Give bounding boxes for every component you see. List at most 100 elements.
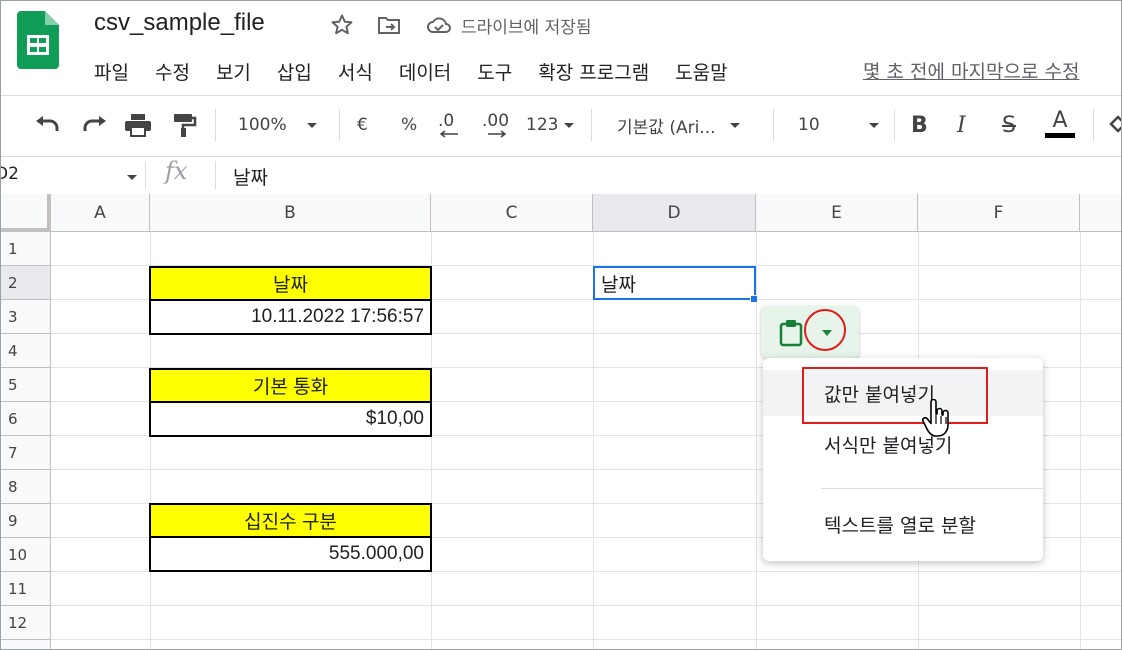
menu-divider: [821, 488, 1043, 489]
cell-b9[interactable]: 십진수 구분: [149, 503, 432, 538]
font-family-value: 기본값 (Ari...: [617, 117, 716, 138]
sheets-logo-icon[interactable]: [17, 11, 59, 69]
toolbar-divider: [894, 109, 895, 141]
fill-color-icon[interactable]: [1107, 109, 1121, 141]
fx-icon: fx: [165, 157, 188, 185]
hand-pointer-icon: [922, 399, 949, 437]
row-header-13[interactable]: [1, 640, 51, 649]
name-box-caret-icon[interactable]: [121, 171, 137, 183]
row-header-5[interactable]: 5: [1, 368, 51, 402]
formula-input[interactable]: 날짜: [233, 163, 268, 190]
row-header-10[interactable]: 10: [1, 538, 51, 572]
increase-decimal-button[interactable]: .00: [482, 109, 509, 141]
save-status: 드라이브에 저장됨: [461, 18, 592, 38]
column-header-c[interactable]: C: [431, 194, 593, 232]
formula-divider: [145, 161, 146, 189]
menu-tools[interactable]: 도구: [477, 58, 512, 84]
cell-b3[interactable]: 10.11.2022 17:56:57: [149, 301, 432, 335]
select-all-corner[interactable]: [1, 194, 51, 232]
menu-view[interactable]: 보기: [216, 58, 251, 84]
row-header-3[interactable]: 3: [1, 300, 51, 334]
font-size-value: 10: [798, 115, 820, 135]
zoom-caret-icon[interactable]: [301, 109, 317, 141]
annotation-highlight-box: [802, 367, 988, 424]
menu-insert[interactable]: 삽입: [277, 58, 312, 84]
italic-button[interactable]: I: [957, 109, 966, 141]
print-icon[interactable]: [124, 109, 152, 141]
cell-b5[interactable]: 기본 통화: [149, 368, 432, 403]
text-color-label: A: [1052, 108, 1068, 133]
gridline: [1080, 232, 1081, 649]
annotation-circle: [804, 309, 846, 351]
column-header-f[interactable]: F: [918, 194, 1080, 232]
column-header-g[interactable]: [1080, 194, 1121, 232]
arrow-left-icon: [439, 130, 458, 138]
toolbar-divider: [339, 109, 340, 141]
star-icon[interactable]: [329, 12, 355, 38]
redo-icon[interactable]: [80, 109, 108, 141]
font-size-select[interactable]: 10: [798, 109, 820, 141]
undo-icon[interactable]: [34, 109, 62, 141]
menu-help[interactable]: 도움말: [675, 58, 727, 84]
text-color-button[interactable]: A: [1045, 109, 1075, 141]
paint-format-icon[interactable]: [171, 109, 197, 141]
column-header-d[interactable]: D: [593, 194, 756, 232]
menu-data[interactable]: 데이터: [399, 58, 451, 84]
menu-item-paste-format-only[interactable]: 서식만 붙여넣기: [763, 421, 1043, 467]
menu-file[interactable]: 파일: [94, 58, 129, 84]
cell-b2[interactable]: 날짜: [149, 266, 432, 301]
more-formats-button[interactable]: 123: [526, 109, 575, 141]
cell-b6[interactable]: $10,00: [149, 403, 432, 437]
gridline: [51, 639, 1121, 640]
more-formats-label: 123: [526, 115, 559, 135]
header-divider: [1, 95, 1121, 96]
name-box[interactable]: D2: [1, 164, 19, 184]
menu-extensions[interactable]: 확장 프로그램: [538, 58, 649, 84]
cell-b10[interactable]: 555.000,00: [149, 538, 432, 572]
font-family-select[interactable]: 기본값 (Ari...: [617, 109, 740, 141]
bold-button[interactable]: B: [911, 109, 928, 141]
row-header-2[interactable]: 2: [1, 266, 51, 300]
row-header-4[interactable]: 4: [1, 334, 51, 368]
percent-format-button[interactable]: %: [401, 109, 417, 141]
move-to-folder-icon[interactable]: [376, 12, 402, 38]
fill-handle[interactable]: [750, 295, 758, 303]
row-header-8[interactable]: 8: [1, 470, 51, 504]
caret-down-icon: [729, 122, 740, 128]
row-header-6[interactable]: 6: [1, 402, 51, 436]
toolbar-divider: [773, 109, 774, 141]
row-header-12[interactable]: 12: [1, 606, 51, 640]
arrow-right-icon: [488, 130, 507, 138]
gridline: [51, 605, 1121, 606]
decrease-decimal-button[interactable]: .0: [438, 109, 460, 141]
last-edit-link[interactable]: 몇 초 전에 마지막으로 수정: [863, 57, 1079, 84]
column-header-b[interactable]: B: [150, 194, 431, 232]
menu-item-split-text-to-columns[interactable]: 텍스트를 열로 분할: [763, 501, 1043, 547]
clipboard-icon: [779, 320, 803, 347]
row-header-1[interactable]: 1: [1, 232, 51, 266]
menu-format[interactable]: 서식: [338, 58, 373, 84]
currency-format-button[interactable]: €: [357, 109, 368, 141]
formula-divider: [215, 161, 216, 189]
currency-label: €: [357, 115, 368, 135]
increase-decimal-label: .00: [482, 111, 510, 131]
zoom-value: 100%: [238, 115, 287, 135]
zoom-select[interactable]: 100%: [238, 109, 287, 141]
row-header-9[interactable]: 9: [1, 504, 51, 538]
document-title[interactable]: csv_sample_file: [94, 9, 265, 37]
strikethrough-button[interactable]: S: [1002, 109, 1016, 141]
column-header-a[interactable]: A: [51, 194, 150, 232]
column-header-e[interactable]: E: [756, 194, 918, 232]
percent-label: %: [401, 115, 418, 135]
font-size-caret-icon[interactable]: [863, 109, 879, 141]
cell-d2-selected[interactable]: 날짜: [593, 266, 756, 300]
caret-down-icon: [564, 122, 575, 128]
sheets-window: csv_sample_file 드라이브에 저장됨 파일 수정 보기 삽입 서식…: [0, 0, 1122, 650]
row-header-11[interactable]: 11: [1, 572, 51, 606]
cloud-saved-icon[interactable]: [426, 12, 452, 38]
toolbar-divider: [591, 109, 592, 141]
toolbar-divider: [215, 109, 216, 141]
text-color-swatch: [1045, 133, 1075, 138]
menu-edit[interactable]: 수정: [155, 58, 190, 84]
row-header-7[interactable]: 7: [1, 436, 51, 470]
